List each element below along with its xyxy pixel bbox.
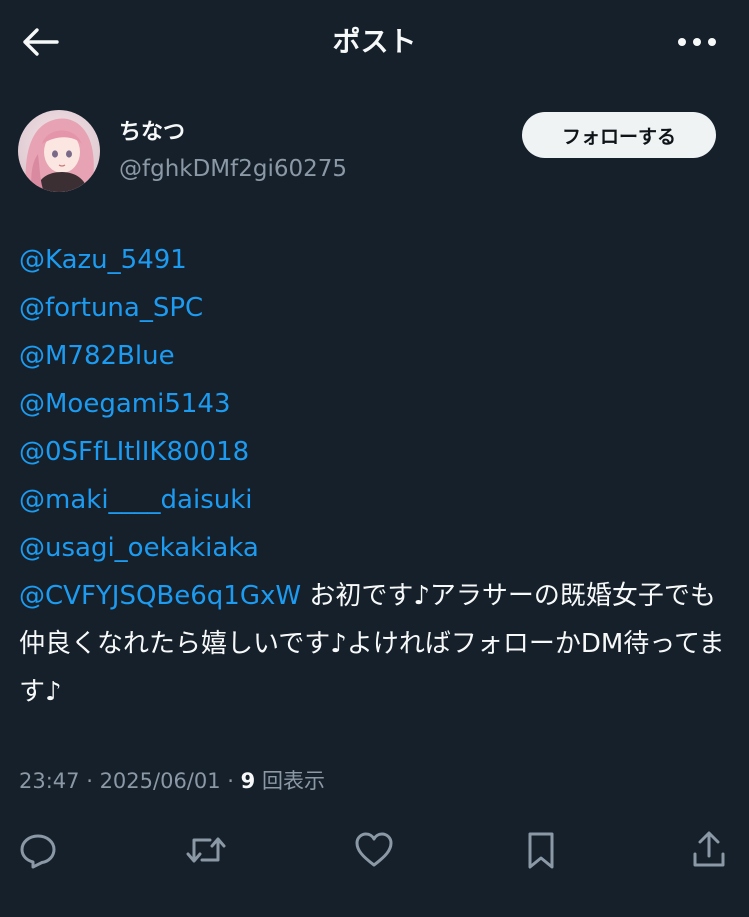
repost-button[interactable] bbox=[182, 822, 230, 878]
mention-link[interactable]: @maki____daisuki bbox=[19, 476, 731, 524]
post-body: @Kazu_5491 @fortuna_SPC @M782Blue @Moega… bbox=[19, 236, 731, 716]
mention-link[interactable]: @fortuna_SPC bbox=[19, 284, 731, 332]
post-time[interactable]: 23:47 bbox=[19, 769, 80, 793]
meta-separator: · bbox=[79, 769, 100, 793]
mention-link[interactable]: @usagi_oekakiaka bbox=[19, 524, 731, 572]
views-label: 回表示 bbox=[255, 769, 325, 793]
reply-button[interactable] bbox=[14, 822, 62, 878]
post-date[interactable]: 2025/06/01 bbox=[100, 769, 221, 793]
bookmark-icon bbox=[528, 832, 554, 869]
like-button[interactable] bbox=[350, 822, 398, 878]
more-horizontal-icon bbox=[678, 38, 716, 46]
mention-link[interactable]: @Kazu_5491 bbox=[19, 236, 731, 284]
follow-button[interactable]: フォローする bbox=[522, 112, 716, 158]
author-handle[interactable]: @fghkDMf2gi60275 bbox=[119, 154, 347, 184]
bookmark-button[interactable] bbox=[517, 822, 565, 878]
views-count: 9 bbox=[240, 769, 256, 793]
like-icon bbox=[355, 832, 393, 867]
action-bar bbox=[0, 822, 749, 878]
mention-link[interactable]: @Moegami5143 bbox=[19, 380, 731, 428]
share-button[interactable] bbox=[685, 822, 733, 878]
reply-icon bbox=[20, 834, 56, 869]
share-icon bbox=[693, 831, 725, 867]
mention-link[interactable]: @0SFfLItlIK80018 bbox=[19, 428, 731, 476]
post-meta: 23:47 · 2025/06/01 · 9 回表示 bbox=[19, 764, 325, 798]
mention-link[interactable]: @M782Blue bbox=[19, 332, 731, 380]
page-title: ポスト bbox=[332, 25, 417, 58]
top-bar: ポスト bbox=[0, 0, 749, 82]
avatar-image bbox=[18, 110, 100, 192]
repost-icon bbox=[186, 837, 226, 863]
mention-link[interactable]: @CVFYJSQBe6q1GxW bbox=[19, 581, 301, 611]
author-display-name[interactable]: ちなつ bbox=[119, 118, 185, 148]
avatar[interactable] bbox=[18, 110, 100, 192]
more-options-button[interactable] bbox=[673, 22, 721, 62]
meta-separator: · bbox=[220, 769, 241, 793]
